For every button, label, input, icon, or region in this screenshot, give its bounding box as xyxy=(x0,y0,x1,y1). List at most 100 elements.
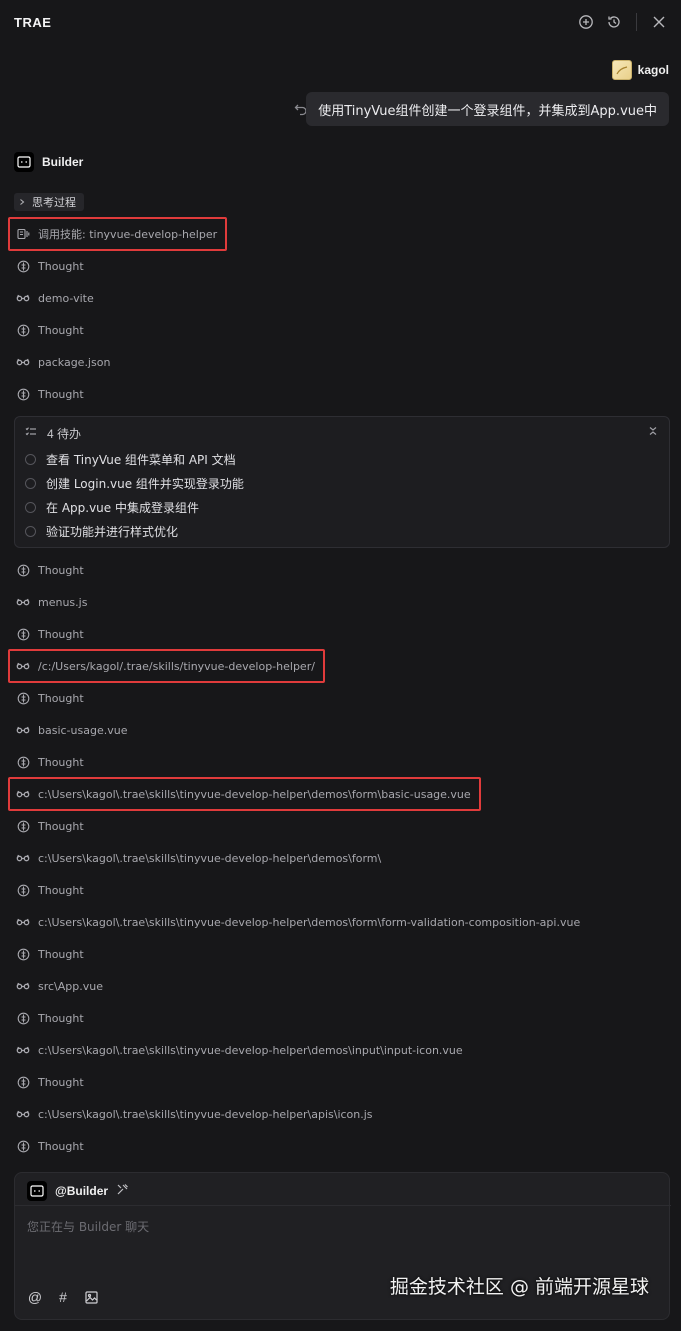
thought-icon xyxy=(16,819,30,833)
collapse-icon[interactable] xyxy=(647,425,661,439)
thought-step[interactable]: Thought xyxy=(16,321,84,339)
step-label: c:\Users\kagol\.trae\skills\tinyvue-deve… xyxy=(38,1043,463,1057)
composer-tools: @ # xyxy=(27,1289,99,1305)
step-label: Thought xyxy=(38,819,84,833)
step-label: package.json xyxy=(38,355,111,369)
thought-icon xyxy=(16,387,30,401)
thought-icon xyxy=(16,1139,30,1153)
view-icon xyxy=(16,851,30,865)
thought-step[interactable]: Thought xyxy=(16,1009,84,1027)
todo-checkbox[interactable] xyxy=(25,478,36,489)
thought-icon xyxy=(16,691,30,705)
thought-step[interactable]: Thought xyxy=(16,817,84,835)
new-chat-icon[interactable] xyxy=(576,12,596,32)
highlight-box xyxy=(8,217,227,251)
composer-agent-row: @Builder xyxy=(27,1181,129,1201)
thought-icon xyxy=(16,755,30,769)
todo-checkbox[interactable] xyxy=(25,526,36,537)
todo-item[interactable]: 创建 Login.vue 组件并实现登录功能 xyxy=(25,475,244,492)
view-icon xyxy=(16,1107,30,1121)
todo-item-label: 在 App.vue 中集成登录组件 xyxy=(46,501,199,515)
close-icon[interactable] xyxy=(649,12,669,32)
thought-step[interactable]: Thought xyxy=(16,561,84,579)
composer-agent-label: @Builder xyxy=(55,1184,109,1198)
image-icon[interactable] xyxy=(83,1289,99,1305)
highlight-box xyxy=(8,649,325,683)
todo-item-label: 验证功能并进行样式优化 xyxy=(46,525,179,539)
step-label: c:\Users\kagol\.trae\skills\tinyvue-deve… xyxy=(38,1107,373,1121)
file-view-step[interactable]: src\App.vue xyxy=(16,977,103,995)
builder-header: Builder xyxy=(14,152,83,172)
file-view-step[interactable]: menus.js xyxy=(16,593,87,611)
thought-icon xyxy=(16,947,30,961)
builder-label: Builder xyxy=(42,155,84,169)
thought-step[interactable]: Thought xyxy=(16,1137,84,1155)
file-view-step[interactable]: c:\Users\kagol\.trae\skills\tinyvue-deve… xyxy=(16,913,580,931)
step-label: Thought xyxy=(38,323,84,337)
file-view-step[interactable]: c:\Users\kagol\.trae\skills\tinyvue-deve… xyxy=(16,1105,373,1123)
file-view-step[interactable]: package.json xyxy=(16,353,110,371)
todo-item-label: 查看 TinyVue 组件菜单和 API 文档 xyxy=(46,453,236,467)
think-process-toggle[interactable]: 思考过程 xyxy=(14,193,84,211)
thought-icon xyxy=(16,563,30,577)
hash-button[interactable]: # xyxy=(55,1289,71,1305)
todo-checkbox[interactable] xyxy=(25,502,36,513)
step-label: Thought xyxy=(38,259,84,273)
highlight-box xyxy=(8,777,481,811)
step-label: c:\Users\kagol\.trae\skills\tinyvue-deve… xyxy=(38,915,581,929)
todo-item-label: 创建 Login.vue 组件并实现登录功能 xyxy=(46,477,244,491)
step-label: Thought xyxy=(38,627,84,641)
file-view-step[interactable]: demo-vite xyxy=(16,289,94,307)
thought-step[interactable]: Thought xyxy=(16,689,84,707)
thought-step[interactable]: Thought xyxy=(16,1073,84,1091)
step-label: c:\Users\kagol\.trae\skills\tinyvue-deve… xyxy=(38,851,382,865)
chevron-right-icon xyxy=(20,199,25,205)
app-title: TRAE xyxy=(14,14,52,30)
user-name: kagol xyxy=(637,63,669,77)
thought-icon xyxy=(16,323,30,337)
todo-header: 4 待办 xyxy=(25,425,81,442)
file-view-step[interactable]: basic-usage.vue xyxy=(16,721,127,739)
think-process-label: 思考过程 xyxy=(32,196,76,209)
file-view-step[interactable]: c:\Users\kagol\.trae\skills\tinyvue-deve… xyxy=(16,1041,463,1059)
todo-item[interactable]: 查看 TinyVue 组件菜单和 API 文档 xyxy=(25,451,236,468)
builder-icon xyxy=(27,1181,47,1201)
user-message: 使用TinyVue组件创建一个登录组件，并集成到App.vue中 xyxy=(306,92,669,126)
view-icon xyxy=(16,979,30,993)
view-icon xyxy=(16,355,30,369)
step-label: menus.js xyxy=(38,595,88,609)
header-divider xyxy=(636,13,637,31)
step-label: Thought xyxy=(38,883,84,897)
todo-item[interactable]: 在 App.vue 中集成登录组件 xyxy=(25,499,199,516)
thought-step[interactable]: Thought xyxy=(16,385,84,403)
chat-input[interactable] xyxy=(15,1206,669,1276)
view-icon xyxy=(16,595,30,609)
step-label: Thought xyxy=(38,387,84,401)
view-icon xyxy=(16,291,30,305)
todo-item[interactable]: 验证功能并进行样式优化 xyxy=(25,523,178,540)
avatar xyxy=(611,60,632,80)
thought-step[interactable]: Thought xyxy=(16,881,84,899)
user-info: kagol xyxy=(611,60,669,80)
step-label: Thought xyxy=(38,563,84,577)
todo-title: 4 待办 xyxy=(47,427,82,441)
history-icon[interactable] xyxy=(604,12,624,32)
step-label: Thought xyxy=(38,691,84,705)
step-label: Thought xyxy=(38,755,84,769)
file-view-step[interactable]: c:\Users\kagol\.trae\skills\tinyvue-deve… xyxy=(16,849,381,867)
todo-panel: 4 待办 查看 TinyVue 组件菜单和 API 文档 创建 Login.vu… xyxy=(14,416,670,548)
checklist-icon xyxy=(25,426,37,441)
thought-icon xyxy=(16,1011,30,1025)
mention-button[interactable]: @ xyxy=(27,1289,43,1305)
watermark: 掘金技术社区 @ 前端开源星球 xyxy=(389,1276,649,1298)
view-icon xyxy=(16,915,30,929)
header: TRAE xyxy=(0,0,681,44)
thought-step[interactable]: Thought xyxy=(16,257,84,275)
todo-checkbox[interactable] xyxy=(25,454,36,465)
thought-step[interactable]: Thought xyxy=(16,625,84,643)
step-label: Thought xyxy=(38,1139,84,1153)
tools-icon[interactable] xyxy=(116,1183,129,1199)
thought-step[interactable]: Thought xyxy=(16,945,84,963)
step-label: demo-vite xyxy=(38,291,94,305)
thought-step[interactable]: Thought xyxy=(16,753,84,771)
